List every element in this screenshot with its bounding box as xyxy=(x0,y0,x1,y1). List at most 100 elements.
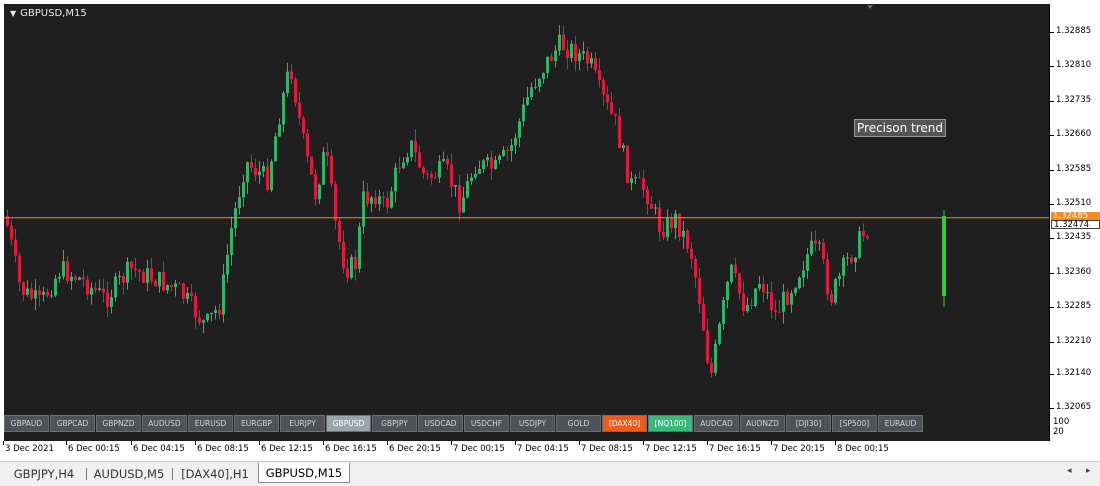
time-tick xyxy=(451,441,452,445)
candle-body xyxy=(478,168,481,174)
symbol-button-gbpcad[interactable]: GBPCAD xyxy=(50,415,95,432)
symbol-button-audcad[interactable]: AUDCAD xyxy=(694,415,739,432)
candle-body xyxy=(590,58,593,64)
candle-body xyxy=(574,43,577,61)
candle-body xyxy=(826,259,829,295)
candle-body xyxy=(702,304,705,331)
scroll-right-icon[interactable]: ▸ xyxy=(1086,466,1091,476)
candle-body xyxy=(514,137,517,146)
chart-window[interactable]: ▼ GBPUSD,M15 Precison trend GBPAUD GBPCAD… xyxy=(0,0,1100,461)
candle-body xyxy=(442,159,445,162)
precision-trend-label[interactable]: Precison trend xyxy=(854,119,947,137)
candle-body xyxy=(226,254,229,275)
candle-body xyxy=(694,258,697,278)
candle-body xyxy=(682,230,685,237)
candle-body xyxy=(122,275,125,283)
candle-body xyxy=(202,320,205,323)
candle-body xyxy=(142,271,145,283)
candle-body xyxy=(654,207,657,209)
candle-body xyxy=(802,270,805,278)
candle-body xyxy=(258,171,261,176)
price-axis[interactable]: 1.32885 1.32810 1.32735 1.32660 1.32585 1.325… xyxy=(1049,4,1100,441)
chart-tab-gbpusd-m15[interactable]: GBPUSD,M15 xyxy=(258,463,350,483)
candle-body xyxy=(162,271,165,291)
candle-body xyxy=(674,213,677,229)
candle-body xyxy=(246,162,249,183)
candle-body xyxy=(402,162,405,168)
price-label: 1.32065 xyxy=(1056,402,1092,412)
candle-body xyxy=(458,185,461,213)
symbol-button-gbpnzd[interactable]: GBPNZD xyxy=(96,415,141,432)
symbol-button-dax40[interactable]: [DAX40] xyxy=(602,415,647,432)
symbol-button-nq100[interactable]: [NQ100] xyxy=(648,415,693,432)
symbol-button-bar: GBPAUD GBPCAD GBPNZD AUDUSD EURUSD EURGBP EURJ… xyxy=(4,415,923,432)
candle-body xyxy=(10,225,13,240)
chart-tab--dax40--h1[interactable]: [DAX40],H1 xyxy=(174,465,256,483)
symbol-button-usdjpy[interactable]: USDJPY xyxy=(510,415,555,432)
candle-body xyxy=(506,149,509,152)
time-tick xyxy=(387,441,388,445)
candle-body xyxy=(170,285,173,288)
candle-body xyxy=(834,279,837,303)
shift-marker-icon xyxy=(867,5,873,9)
time-label: 6 Dec 12:15 xyxy=(261,444,313,454)
candle-body xyxy=(206,313,209,321)
time-label: 7 Dec 08:15 xyxy=(581,444,633,454)
candlestick-chart[interactable] xyxy=(4,4,1049,441)
candle-body xyxy=(810,240,813,255)
candle-body xyxy=(318,184,321,200)
price-chart-area[interactable]: ▼ GBPUSD,M15 Precison trend GBPAUD GBPCAD… xyxy=(4,4,1049,441)
candle-body xyxy=(634,177,637,179)
time-label: 7 Dec 16:15 xyxy=(709,444,761,454)
candle-body xyxy=(174,283,177,288)
candle-body xyxy=(822,242,825,260)
candle-body xyxy=(230,228,233,255)
symbol-button-usdchf[interactable]: USDCHF xyxy=(464,415,509,432)
dropdown-triangle-icon[interactable]: ▼ xyxy=(10,9,16,18)
time-tick xyxy=(515,441,516,445)
symbol-button-audusd[interactable]: AUDUSD xyxy=(142,415,187,432)
candle-body xyxy=(586,51,589,64)
symbol-button-gold[interactable]: GOLD xyxy=(556,415,601,432)
symbol-button-dji30[interactable]: [DJI30] xyxy=(786,415,831,432)
candle-body xyxy=(102,288,105,293)
symbol-button-gbpaud[interactable]: GBPAUD xyxy=(4,415,49,432)
symbol-button-sp500[interactable]: [SP500] xyxy=(832,415,877,432)
candle-body xyxy=(110,297,113,307)
candle-body xyxy=(70,276,73,281)
candle-body xyxy=(526,97,529,105)
indicator-level-100: 100 xyxy=(1053,417,1070,427)
candle-body xyxy=(74,276,77,280)
chart-tab-gbpjpy-h4[interactable]: GBPJPY,H4 xyxy=(4,465,84,483)
candle-body xyxy=(262,166,265,172)
time-axis[interactable]: 3 Dec 2021 6 Dec 00:15 6 Dec 04:15 6 Dec 08… xyxy=(0,441,1049,461)
candle-body xyxy=(638,177,641,179)
symbol-button-eurusd[interactable]: EURUSD xyxy=(188,415,233,432)
symbol-button-eurgbp[interactable]: EURGBP xyxy=(234,415,279,432)
symbol-button-gbpusd[interactable]: GBPUSD xyxy=(326,415,371,432)
time-label: 7 Dec 20:15 xyxy=(773,444,825,454)
price-label: 1.32435 xyxy=(1056,232,1092,243)
symbol-button-euraud[interactable]: EURAUD xyxy=(878,415,923,432)
scroll-left-icon[interactable]: ◂ xyxy=(1067,466,1072,476)
candle-body xyxy=(186,292,189,299)
symbol-button-audnzd[interactable]: AUDNZD xyxy=(740,415,785,432)
candle-body xyxy=(278,124,281,137)
symbol-button-usdcad[interactable]: USDCAD xyxy=(418,415,463,432)
candle-body xyxy=(602,80,605,95)
symbol-button-eurjpy[interactable]: EURJPY xyxy=(280,415,325,432)
candle-body xyxy=(274,136,277,162)
candle-body xyxy=(166,285,169,291)
symbol-button-gbpjpy[interactable]: GBPJPY xyxy=(372,415,417,432)
candle-body xyxy=(86,279,89,295)
candle-body xyxy=(298,102,301,118)
candle-body xyxy=(614,113,617,116)
candle-body xyxy=(354,256,357,269)
time-tick xyxy=(195,441,196,445)
candle-body xyxy=(830,294,833,303)
chart-tab-audusd-m5[interactable]: AUDUSD,M5 xyxy=(88,465,170,483)
candle-body xyxy=(270,161,273,190)
candle-body xyxy=(598,69,601,81)
candle-body xyxy=(794,288,797,294)
price-label: 1.32210 xyxy=(1056,335,1092,346)
